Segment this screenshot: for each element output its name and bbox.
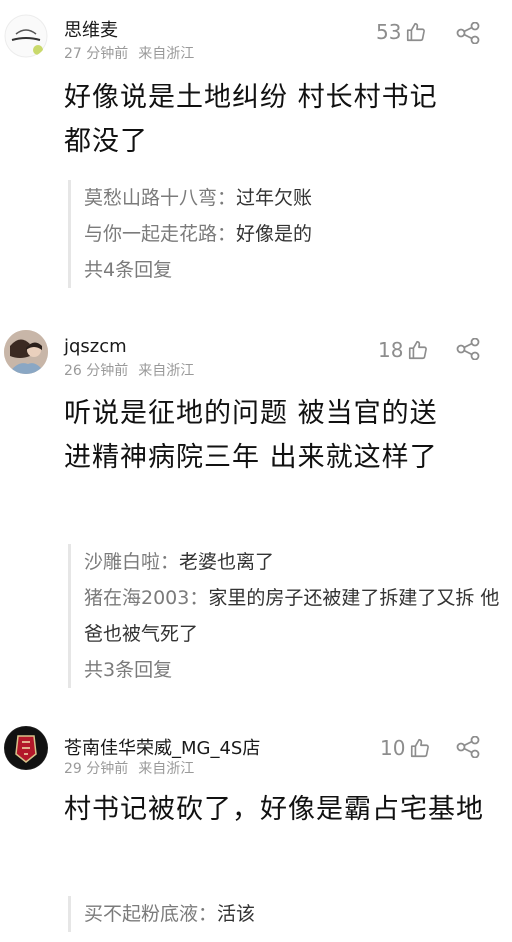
comment-item: 苍南佳华荣威_MG_4S店 29 分钟前 来自浙江 10 村书记被砍了，好像是霸占…: [0, 720, 512, 942]
comment-location: 来自浙江: [138, 46, 195, 62]
reply-username[interactable]: 与你一起走花路: [84, 223, 217, 245]
avatar[interactable]: [4, 726, 48, 770]
comment-time: 29 分钟前: [64, 761, 129, 777]
avatar[interactable]: [4, 330, 48, 374]
comment-meta: 27 分钟前 来自浙江: [64, 43, 194, 63]
comment-time: 26 分钟前: [64, 363, 129, 379]
like-button[interactable]: 53: [376, 20, 427, 44]
like-button[interactable]: 18: [378, 338, 429, 362]
share-icon: [456, 735, 480, 759]
share-button[interactable]: [456, 735, 480, 762]
comment-meta: 29 分钟前 来自浙江: [64, 758, 194, 778]
comment-item: jqszcm 26 分钟前 来自浙江 18 听说是征地的问题 被当官的送进精神病院…: [0, 320, 512, 700]
share-button[interactable]: [456, 337, 480, 364]
brand-logo-icon: [5, 727, 47, 769]
view-replies-link[interactable]: 共3条回复: [84, 652, 504, 688]
reply-username[interactable]: 莫愁山路十八弯: [84, 187, 217, 209]
comment-location: 来自浙江: [138, 761, 195, 777]
reply-item[interactable]: 与你一起走花路：好像是的: [84, 216, 504, 252]
reply-text: 过年欠账: [236, 187, 313, 209]
comment-item: 思维麦 27 分钟前 来自浙江 53 好像说是土地纠纷 村长村书记都没了 莫愁山路…: [0, 0, 512, 300]
comment-text: 听说是征地的问题 被当官的送进精神病院三年 出来就这样了: [64, 398, 438, 473]
reply-list: 莫愁山路十八弯：过年欠账 与你一起走花路：好像是的 共4条回复: [68, 180, 504, 288]
like-count: 53: [376, 20, 402, 44]
reply-text: 老婆也离了: [179, 551, 275, 573]
reply-username[interactable]: 猪在海2003: [84, 587, 189, 609]
share-icon: [456, 337, 480, 361]
comment-time: 27 分钟前: [64, 46, 129, 62]
comment-text: 村书记被砍了，好像是霸占宅基地: [64, 794, 484, 825]
reply-text: 活该: [217, 903, 256, 925]
reply-list: 买不起粉底液：活该: [68, 896, 504, 932]
reply-item[interactable]: 猪在海2003：家里的房子还被建了拆建了又拆 他爸也被气死了: [84, 580, 504, 652]
reply-list: 沙雕白啦：老婆也离了 猪在海2003：家里的房子还被建了拆建了又拆 他爸也被气死…: [68, 544, 504, 688]
share-button[interactable]: [456, 21, 480, 48]
reply-username[interactable]: 买不起粉底液: [84, 903, 198, 925]
comment-location: 来自浙江: [138, 363, 195, 379]
reply-username[interactable]: 沙雕白啦: [84, 551, 160, 573]
username[interactable]: 苍南佳华荣威_MG_4S店: [64, 734, 260, 760]
view-replies-link[interactable]: 共4条回复: [84, 252, 504, 288]
reply-text: 好像是的: [236, 223, 313, 245]
comment-text: 好像说是土地纠纷 村长村书记都没了: [64, 82, 438, 157]
user-avatar-icon: [4, 14, 48, 58]
reply-item[interactable]: 莫愁山路十八弯：过年欠账: [84, 180, 504, 216]
avatar[interactable]: [4, 14, 48, 58]
user-avatar-icon: [4, 330, 48, 374]
username[interactable]: jqszcm: [64, 336, 127, 357]
thumbs-up-icon: [409, 340, 428, 360]
reply-item[interactable]: 沙雕白啦：老婆也离了: [84, 544, 504, 580]
reply-item[interactable]: 买不起粉底液：活该: [84, 896, 504, 932]
like-count: 18: [378, 338, 404, 362]
like-count: 10: [380, 736, 406, 760]
thumbs-up-icon: [411, 738, 430, 758]
like-button[interactable]: 10: [380, 736, 431, 760]
username[interactable]: 思维麦: [64, 16, 118, 42]
share-icon: [456, 21, 480, 45]
comment-meta: 26 分钟前 来自浙江: [64, 360, 194, 380]
thumbs-up-icon: [407, 22, 426, 42]
